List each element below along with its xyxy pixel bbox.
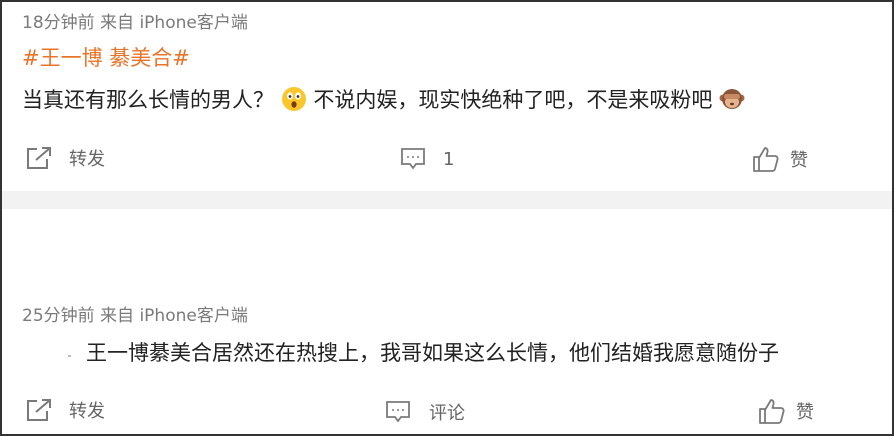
repost-label: 转发 <box>69 149 105 170</box>
comment-icon <box>385 400 411 424</box>
post-text: 当真还有那么长情的男人？ 不说内娱，现实快绝种了吧，不是来吸粉吧 <box>22 84 745 117</box>
post-meta: 25分钟前 来自 iPhone客户端 <box>22 306 248 326</box>
like-label: 赞 <box>790 150 808 171</box>
post-meta: 18分钟前 来自 iPhone客户端 <box>22 13 248 33</box>
astonished-emoji-icon <box>281 86 307 117</box>
repost-button[interactable]: 转发 <box>25 145 105 171</box>
like-label: 赞 <box>796 402 814 423</box>
hashtag-link[interactable]: #王一博 綦美合# <box>22 42 190 72</box>
decorative-dot <box>68 355 71 357</box>
comment-icon <box>400 147 426 171</box>
like-button[interactable]: 赞 <box>752 145 808 173</box>
comment-feed: 18分钟前 来自 iPhone客户端 #王一博 綦美合# 当真还有那么长情的男人… <box>0 0 894 436</box>
comment-button[interactable]: 1 <box>400 147 454 171</box>
share-icon <box>25 145 53 171</box>
post-divider <box>2 191 892 209</box>
like-button[interactable]: 赞 <box>758 397 814 425</box>
thumbs-up-icon <box>752 145 780 173</box>
comment-label: 评论 <box>429 403 465 424</box>
post-text: 王一博綦美合居然还在热搜上，我哥如果这么长情，他们结婚我愿意随份子 <box>86 341 779 365</box>
post-text-part: 不说内娱，现实快绝种了吧，不是来吸粉吧 <box>313 88 713 112</box>
comment-count: 1 <box>443 148 455 170</box>
thumbs-up-icon <box>758 397 786 425</box>
post-text-part: 当真还有那么长情的男人？ <box>22 88 274 112</box>
repost-label: 转发 <box>69 401 105 422</box>
see-no-evil-monkey-icon <box>719 86 745 117</box>
share-icon <box>25 397 53 423</box>
repost-button[interactable]: 转发 <box>25 397 105 423</box>
comment-button[interactable]: 评论 <box>385 399 465 425</box>
